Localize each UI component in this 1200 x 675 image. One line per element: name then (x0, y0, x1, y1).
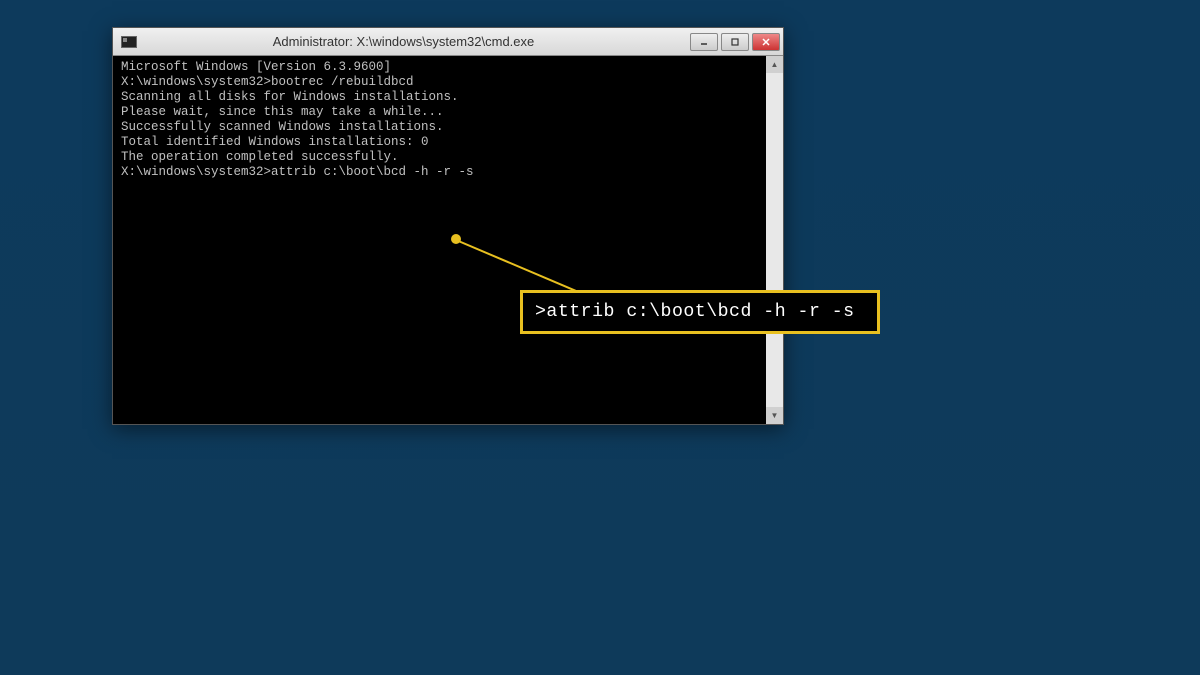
terminal-line: Please wait, since this may take a while… (121, 105, 775, 120)
close-icon (761, 37, 771, 47)
window-controls (690, 33, 780, 51)
titlebar[interactable]: Administrator: X:\windows\system32\cmd.e… (113, 28, 783, 56)
terminal-line: X:\windows\system32>bootrec /rebuildbcd (121, 75, 775, 90)
maximize-button[interactable] (721, 33, 749, 51)
minimize-button[interactable] (690, 33, 718, 51)
window-title: Administrator: X:\windows\system32\cmd.e… (137, 34, 690, 49)
minimize-icon (699, 37, 709, 47)
terminal-line: Successfully scanned Windows installatio… (121, 120, 775, 135)
cmd-icon (121, 36, 137, 48)
callout-annotation: >attrib c:\boot\bcd -h -r -s (520, 290, 880, 334)
scroll-down-icon[interactable]: ▼ (766, 407, 783, 424)
terminal-line: The operation completed successfully. (121, 150, 775, 165)
terminal-line: X:\windows\system32>attrib c:\boot\bcd -… (121, 165, 775, 180)
scroll-up-icon[interactable]: ▲ (766, 56, 783, 73)
terminal-line: Microsoft Windows [Version 6.3.9600] (121, 60, 775, 75)
terminal-output[interactable]: Microsoft Windows [Version 6.3.9600] X:\… (113, 56, 783, 424)
terminal-line: Total identified Windows installations: … (121, 135, 775, 150)
maximize-icon (730, 37, 740, 47)
terminal-line: Scanning all disks for Windows installat… (121, 90, 775, 105)
close-button[interactable] (752, 33, 780, 51)
callout-text: >attrib c:\boot\bcd -h -r -s (535, 302, 855, 322)
cmd-window: Administrator: X:\windows\system32\cmd.e… (112, 27, 784, 425)
scrollbar[interactable]: ▲ ▼ (766, 56, 783, 424)
